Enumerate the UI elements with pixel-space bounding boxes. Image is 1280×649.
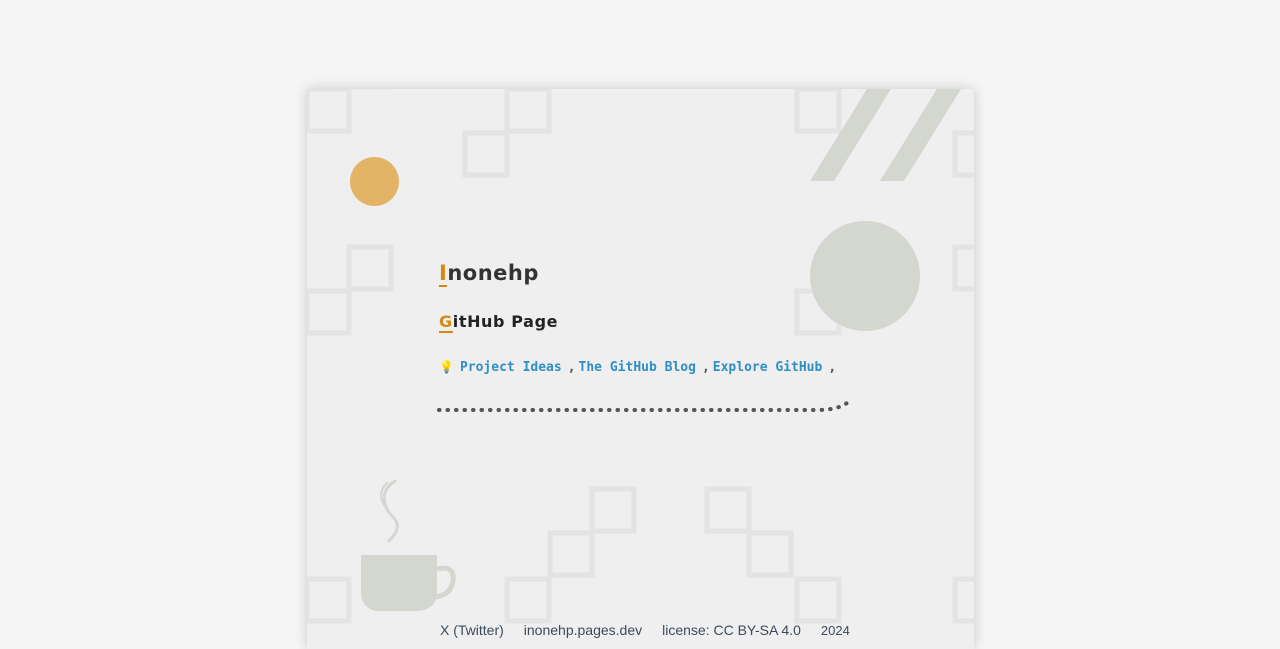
title-rest: nonehp (447, 261, 539, 285)
coffee-cup-icon (361, 479, 456, 611)
page-card: Inonehp GitHub Page 💡 Project Ideas, The G… (307, 89, 974, 649)
gray-circle (810, 221, 920, 331)
lightbulb-icon: 💡 (439, 360, 454, 374)
sun-circle (350, 157, 399, 206)
link-separator: , (828, 360, 837, 375)
footer-license-link[interactable]: license: CC BY-SA 4.0 (662, 622, 801, 638)
footer-year: 2024 (820, 623, 850, 638)
link-project-ideas[interactable]: Project Ideas (460, 360, 562, 375)
link-separator: , (567, 360, 576, 375)
link-explore-github[interactable]: Explore GitHub (713, 360, 823, 375)
subtitle-rest: itHub Page (452, 312, 559, 331)
footer-twitter-link[interactable]: X (Twitter) (440, 622, 504, 638)
footer: X (Twitter) inonehp.pages.dev license: CC … (440, 622, 870, 638)
link-separator: , (701, 360, 710, 375)
link-row: 💡 Project Ideas, The GitHub Blog, Explore G… (439, 360, 839, 375)
link-github-blog[interactable]: The GitHub Blog (579, 360, 696, 375)
diagonal-stripes (810, 89, 961, 181)
dotted-divider (437, 401, 849, 412)
footer-site-link[interactable]: inonehp.pages.dev (524, 622, 642, 638)
page-subtitle: GitHub Page (439, 312, 559, 333)
page-title: Inonehp (439, 261, 539, 287)
subtitle-first-letter: G (439, 312, 453, 333)
